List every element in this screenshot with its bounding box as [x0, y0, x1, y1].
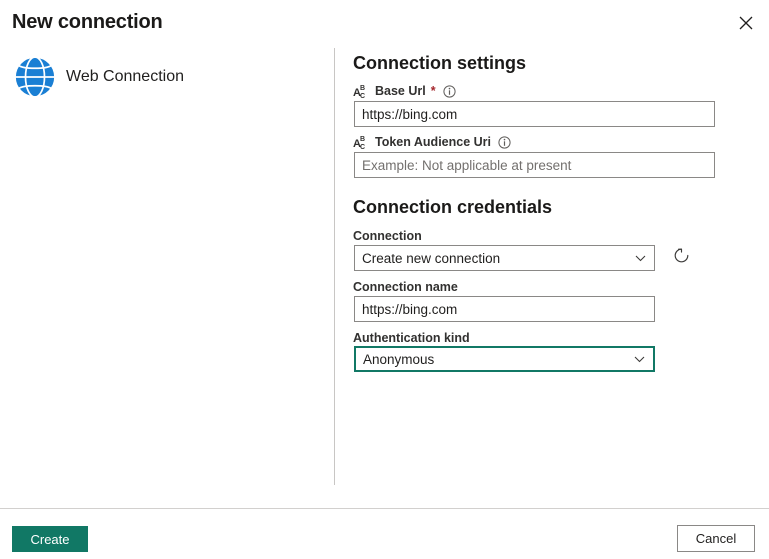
required-indicator: *	[430, 84, 436, 98]
dialog-header: New connection	[0, 0, 769, 48]
connection-name-input[interactable]	[354, 296, 655, 322]
create-button[interactable]: Create	[12, 526, 88, 552]
info-icon[interactable]	[443, 84, 456, 98]
connection-name-label: Connection name	[353, 279, 458, 295]
footer-divider	[0, 508, 769, 509]
abc-text-icon: A B C	[353, 84, 371, 100]
chevron-down-icon	[634, 252, 647, 265]
info-icon[interactable]	[498, 135, 511, 149]
base-url-label-text: Base Url	[375, 84, 426, 98]
close-button[interactable]	[729, 6, 763, 40]
connection-form-panel: Connection settings A B C Base Url * htt…	[353, 48, 753, 485]
token-audience-uri-label-text: Token Audience Uri	[375, 135, 491, 149]
base-url-input[interactable]	[354, 101, 715, 127]
connector-item-label: Web Connection	[66, 68, 184, 85]
svg-text:B: B	[360, 136, 365, 143]
token-audience-uri-label: A B C Token Audience Uri	[353, 134, 511, 151]
new-connection-dialog: New connection Web Connection Connection…	[0, 0, 769, 559]
svg-text:C: C	[360, 144, 365, 149]
connection-label-text: Connection	[353, 229, 422, 243]
authentication-kind-label-text: Authentication kind	[353, 331, 470, 345]
connector-item-web-connection[interactable]: Web Connection	[8, 52, 190, 102]
base-url-label: A B C Base Url *	[353, 83, 456, 100]
close-icon	[739, 16, 753, 30]
refresh-connections-button[interactable]	[665, 241, 697, 273]
connector-list-panel: Web Connection	[0, 48, 334, 485]
connection-name-label-text: Connection name	[353, 280, 458, 294]
chevron-down-icon	[633, 353, 646, 366]
cancel-button[interactable]: Cancel	[677, 525, 755, 552]
connection-dropdown[interactable]: Create new connection	[354, 245, 655, 271]
globe-icon	[14, 56, 56, 98]
connection-settings-heading: Connection settings	[353, 53, 527, 73]
abc-text-icon: A B C	[353, 135, 371, 151]
panel-divider	[334, 48, 335, 485]
connection-dropdown-value: Create new connection	[362, 250, 501, 266]
token-audience-uri-input[interactable]	[354, 152, 715, 178]
svg-text:C: C	[360, 93, 365, 98]
authentication-kind-label: Authentication kind	[353, 330, 470, 346]
authentication-kind-dropdown-value: Anonymous	[363, 351, 435, 367]
authentication-kind-dropdown[interactable]: Anonymous	[354, 346, 655, 372]
refresh-icon	[672, 246, 691, 268]
connection-label: Connection	[353, 228, 422, 244]
svg-text:B: B	[360, 85, 365, 92]
dialog-title: New connection	[12, 11, 163, 33]
connection-credentials-heading: Connection credentials	[353, 197, 553, 217]
